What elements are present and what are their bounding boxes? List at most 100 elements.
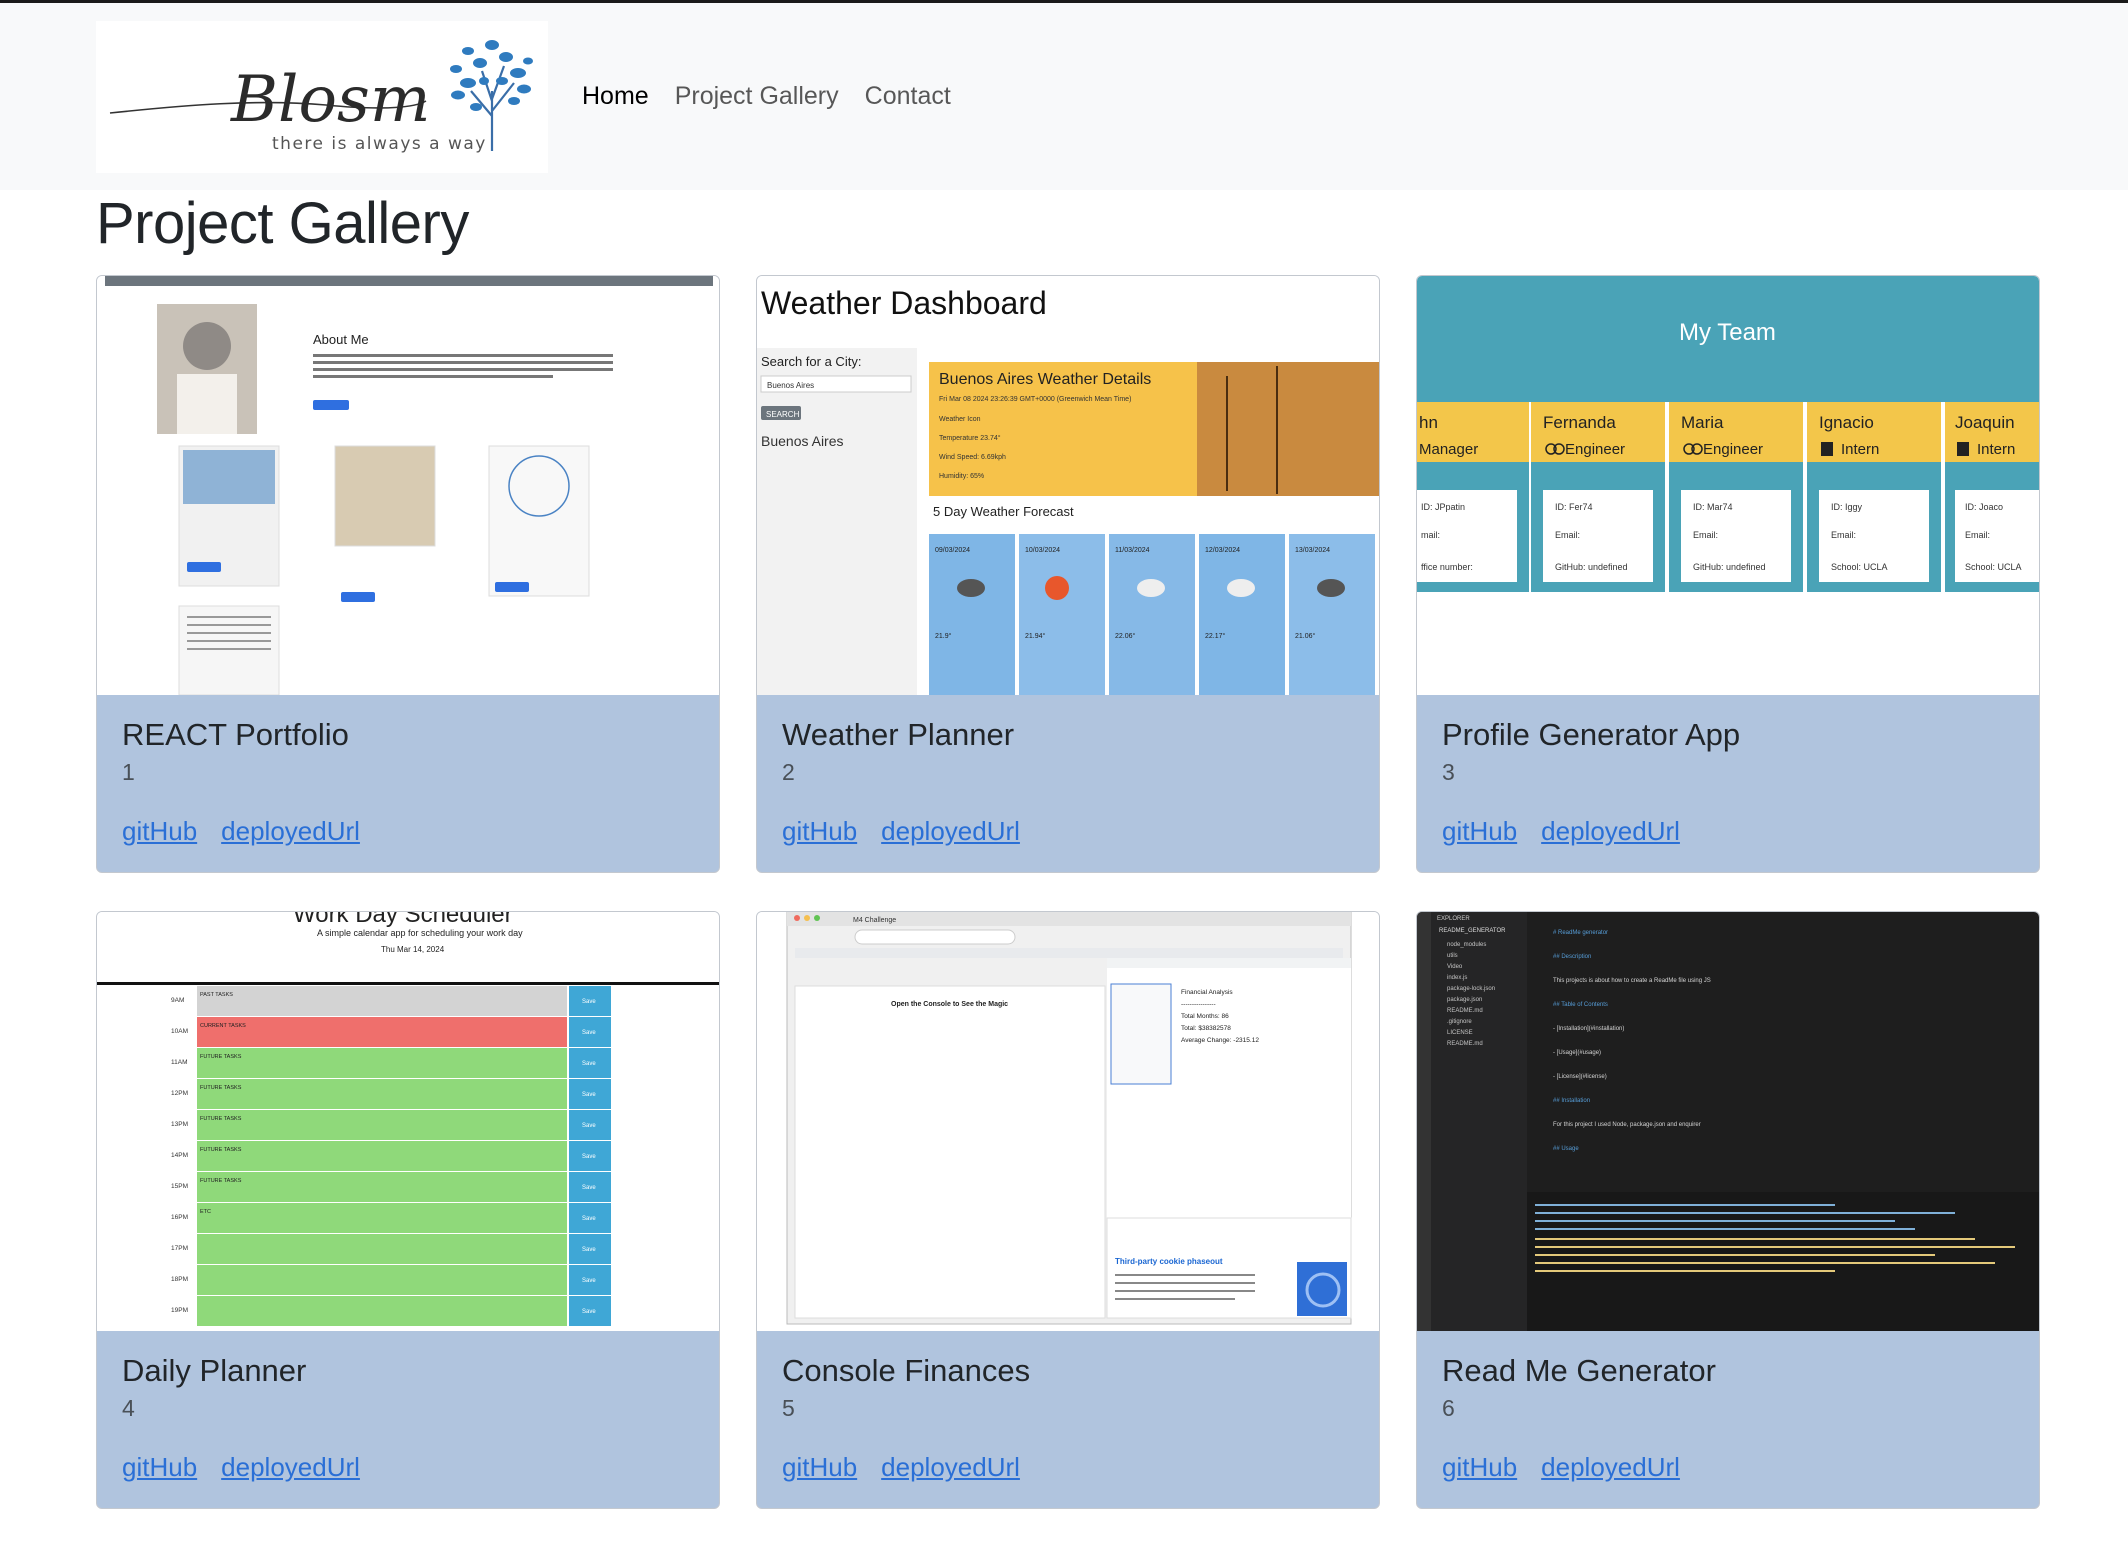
planner-row	[197, 1141, 567, 1171]
file-item: .gitignore	[1447, 1019, 1472, 1025]
planner-row	[197, 986, 567, 1016]
planner-save-label: Save	[582, 1030, 596, 1036]
shot-search-button: SEARCH	[766, 410, 800, 419]
github-link[interactable]: gitHub	[1442, 1452, 1517, 1483]
deployed-url-link[interactable]: deployedUrl	[881, 816, 1020, 847]
planner-hour: 19PM	[171, 1307, 188, 1314]
shot-forecast-title: 5 Day Weather Forecast	[933, 504, 1074, 519]
navbar: Blosm there is always a way Home Project…	[0, 3, 2128, 190]
project-screenshot: About Me	[97, 276, 719, 695]
card-body: Weather Planner 2 gitHub deployedUrl	[757, 695, 1379, 869]
card-body: Console Finances 5 gitHub deployedUrl	[757, 1331, 1379, 1505]
github-link[interactable]: gitHub	[782, 816, 857, 847]
planner-hour: 11AM	[171, 1059, 188, 1066]
code-line: - [Usage](#usage)	[1553, 1050, 1601, 1056]
planner-task: FUTURE TASKS	[200, 1116, 242, 1122]
shot-details-line: Weather Icon	[939, 416, 981, 423]
shot-details-line: Fri Mar 08 2024 23:26:39 GMT+0000 (Green…	[939, 396, 1131, 403]
shot-member-extra: GitHub: undefined	[1693, 562, 1766, 572]
shot-member-id: ID: JPpatin	[1421, 502, 1465, 512]
shot-member-id: ID: Joaco	[1965, 502, 2003, 512]
shot-forecast-temp: 22.17°	[1205, 632, 1226, 640]
shot-explorer-label: EXPLORER	[1437, 916, 1470, 922]
project-screenshot: EXPLORER README_GENERATOR node_modules ut…	[1417, 912, 2039, 1331]
shot-member-id: ID: Iggy	[1831, 502, 1863, 512]
shot-member-name: Fernanda	[1543, 413, 1616, 432]
project-id: 4	[122, 1395, 135, 1421]
project-title: Daily Planner	[122, 1353, 307, 1388]
shot-heading: My Team	[1679, 319, 1776, 346]
planner-save-label: Save	[582, 1061, 596, 1067]
main-nav: Home Project Gallery Contact	[582, 3, 951, 190]
deployed-url-link[interactable]: deployedUrl	[221, 1452, 360, 1483]
shot-details-title: Buenos Aires Weather Details	[939, 371, 1151, 388]
shot-console-line: Total Months: 86	[1181, 1013, 1229, 1020]
project-id: 6	[1442, 1395, 1455, 1421]
nav-project-gallery[interactable]: Project Gallery	[675, 82, 839, 111]
shot-date: Thu Mar 14, 2024	[381, 945, 445, 954]
project-card: M4 Challenge Open the Console to See the…	[756, 911, 1380, 1509]
github-link[interactable]: gitHub	[1442, 816, 1517, 847]
card-body: Read Me Generator 6 gitHub deployedUrl	[1417, 1331, 2039, 1505]
project-screenshot: Work Day Scheduler A simple calendar app…	[97, 912, 719, 1331]
planner-save-label: Save	[582, 1309, 596, 1315]
shot-member-contact: Email:	[1693, 530, 1718, 540]
planner-save-label: Save	[582, 1123, 596, 1129]
deployed-url-link[interactable]: deployedUrl	[221, 816, 360, 847]
nav-home[interactable]: Home	[582, 82, 649, 111]
nav-contact[interactable]: Contact	[865, 82, 951, 111]
project-title: Weather Planner	[782, 717, 1015, 752]
file-item: package.json	[1447, 997, 1482, 1003]
shot-heading: Weather Dashboard	[761, 285, 1047, 321]
logo-graphic: Blosm there is always a way	[109, 40, 533, 154]
planner-row	[197, 1110, 567, 1140]
github-link[interactable]: gitHub	[122, 816, 197, 847]
planner-hour: 14PM	[171, 1152, 188, 1159]
deployed-url-link[interactable]: deployedUrl	[881, 1452, 1020, 1483]
planner-row	[197, 1203, 567, 1233]
github-link[interactable]: gitHub	[122, 1452, 197, 1483]
shot-member-extra: GitHub: undefined	[1555, 562, 1628, 572]
project-links: gitHub deployedUrl	[122, 1452, 694, 1483]
file-item: node_modules	[1447, 942, 1486, 948]
file-item: index.js	[1447, 975, 1467, 981]
project-card: EXPLORER README_GENERATOR node_modules ut…	[1416, 911, 2040, 1509]
project-card: About Me REACT Portfolio 1 gitHub deploy…	[96, 275, 720, 873]
planner-task: ETC	[200, 1209, 211, 1215]
shot-member-id: ID: Fer74	[1555, 502, 1593, 512]
code-line: ## Installation	[1553, 1098, 1590, 1104]
planner-row	[197, 1079, 567, 1109]
project-card: Weather Dashboard Search for a City: Bue…	[756, 275, 1380, 873]
shot-forecast-temp: 21.9°	[935, 632, 952, 640]
shot-member-contact: Email:	[1555, 530, 1580, 540]
planner-row	[197, 1017, 567, 1047]
planner-save-label: Save	[582, 999, 596, 1005]
logo-tagline: there is always a way	[272, 134, 487, 154]
logo-word: Blosm	[230, 63, 431, 137]
deployed-url-link[interactable]: deployedUrl	[1541, 1452, 1680, 1483]
project-id: 5	[782, 1395, 795, 1421]
file-item: README.md	[1447, 1008, 1483, 1014]
deployed-url-link[interactable]: deployedUrl	[1541, 816, 1680, 847]
shot-member-role: Intern	[1841, 441, 1879, 458]
project-links: gitHub deployedUrl	[1442, 1452, 2014, 1483]
project-links: gitHub deployedUrl	[782, 1452, 1354, 1483]
shot-member-extra: ffice number:	[1421, 562, 1473, 572]
shot-forecast-temp: 21.94°	[1025, 632, 1046, 640]
planner-row	[197, 1172, 567, 1202]
code-line: ## Table of Contents	[1553, 1002, 1608, 1008]
shot-member-id: ID: Mar74	[1693, 502, 1733, 512]
shot-member-name: Maria	[1681, 413, 1724, 432]
github-link[interactable]: gitHub	[782, 1452, 857, 1483]
card-body: REACT Portfolio 1 gitHub deployedUrl	[97, 695, 719, 869]
project-links: gitHub deployedUrl	[122, 816, 694, 847]
shot-history-item: Buenos Aires	[761, 433, 844, 449]
planner-task: PAST TASKS	[200, 992, 233, 998]
shot-panel-title: Third-party cookie phaseout	[1115, 1257, 1223, 1266]
shot-details-line: Humidity: 65%	[939, 473, 984, 480]
shot-console-line: Average Change: -2315.12	[1181, 1037, 1259, 1044]
planner-save-label: Save	[582, 1154, 596, 1160]
shot-forecast-date: 12/03/2024	[1205, 547, 1240, 554]
shot-console-line: Total: $38382578	[1181, 1025, 1231, 1032]
brand-logo[interactable]: Blosm there is always a way	[96, 21, 548, 173]
